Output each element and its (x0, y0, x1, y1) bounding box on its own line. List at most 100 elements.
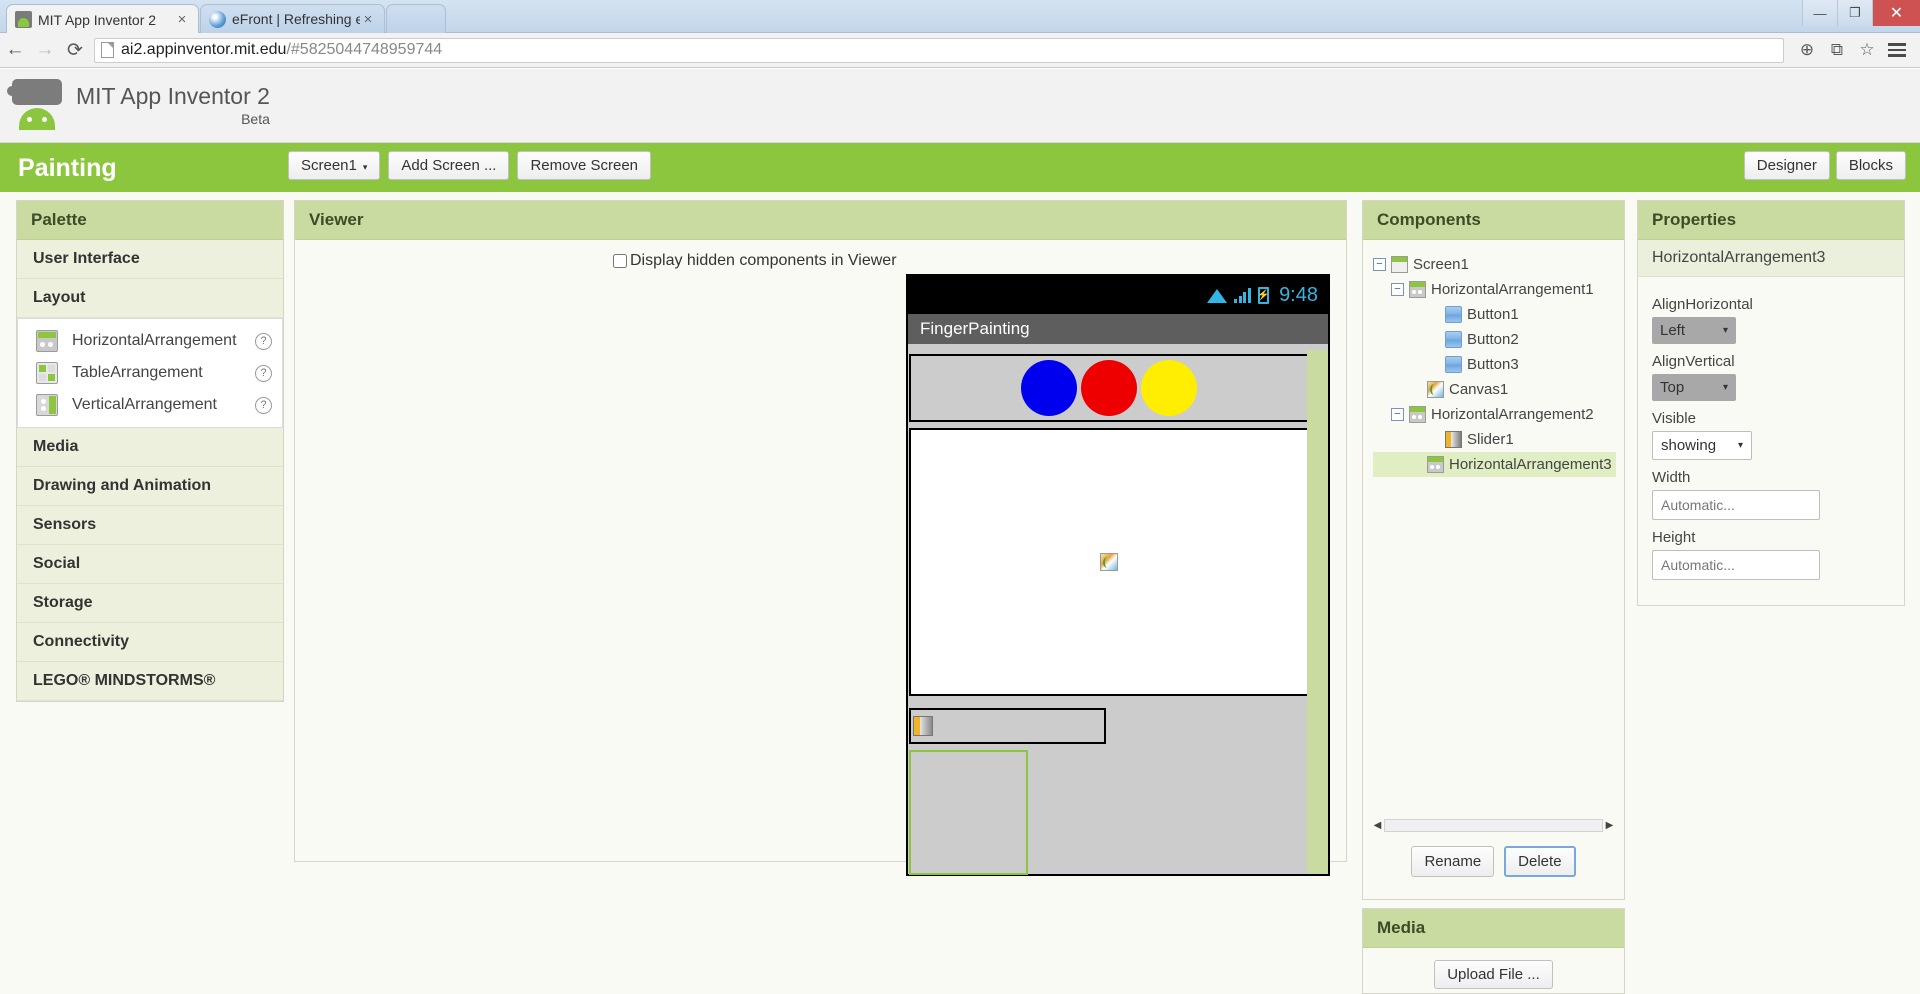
forward-icon[interactable]: → (30, 35, 60, 65)
project-toolbar: Painting Screen1 ▾ Add Screen ... Remove … (0, 143, 1920, 192)
alignvertical-select[interactable]: Top ▾ (1652, 374, 1736, 401)
alignhorizontal-select[interactable]: Left ▾ (1652, 317, 1736, 344)
expander-icon (1427, 433, 1440, 446)
viewer-canvas-area[interactable]: Display hidden components in Viewer ⚡ 9:… (295, 240, 1346, 876)
horizontal-arrangement-2[interactable] (909, 708, 1106, 744)
new-tab-button[interactable] (386, 4, 446, 33)
browser-tab-inactive[interactable]: eFront | Refreshing eLearn × (200, 4, 385, 33)
visible-select[interactable]: showing ▾ (1652, 431, 1752, 460)
blocks-tab-button[interactable]: Blocks (1835, 151, 1906, 180)
palette-section-media[interactable]: Media (17, 428, 283, 467)
phone-preview[interactable]: ⚡ 9:48 FingerPainting (906, 274, 1330, 876)
button-icon (1445, 356, 1462, 373)
browser-menu-icon[interactable] (1888, 43, 1906, 57)
expander-icon (1427, 308, 1440, 321)
expander-icon[interactable]: − (1373, 258, 1386, 271)
button3-color-dot[interactable] (1141, 360, 1197, 416)
chevron-down-icon: ▾ (362, 162, 368, 172)
tree-item-button3[interactable]: Button3 (1373, 352, 1616, 377)
tab-close-icon[interactable]: × (360, 12, 376, 27)
palette-section-drawing-and-animation[interactable]: Drawing and Animation (17, 467, 283, 506)
tree-item-button2[interactable]: Button2 (1373, 327, 1616, 352)
page-title: Painting (18, 154, 117, 182)
scroll-right-icon[interactable]: ▶ (1603, 820, 1616, 831)
components-panel: Components − Screen1 − HorizontalArrange… (1362, 200, 1625, 900)
height-input[interactable] (1652, 550, 1820, 580)
app-header: MIT App Inventor 2 Beta Projects▾ Connec… (0, 69, 1920, 174)
page-info-icon (101, 42, 114, 58)
canvas-icon (1100, 553, 1118, 571)
zoom-icon[interactable]: ⊕ (1792, 35, 1822, 65)
maximize-icon[interactable]: ❐ (1837, 0, 1872, 26)
tree-item-screen1[interactable]: − Screen1 (1373, 252, 1616, 277)
vertical-arrangement-icon (36, 394, 58, 416)
tree-item-horizontalarrangement3[interactable]: HorizontalArrangement3 (1373, 452, 1616, 477)
help-icon[interactable]: ? (255, 396, 272, 414)
upload-file-button[interactable]: Upload File ... (1434, 960, 1553, 989)
expander-icon (1427, 358, 1440, 371)
browser-tab-active[interactable]: MIT App Inventor 2 × (6, 4, 199, 34)
hidden-components-label: Display hidden components in Viewer (630, 252, 897, 269)
screen-select-dropdown[interactable]: Screen1 ▾ (288, 151, 381, 180)
scrollbar-track[interactable] (1384, 819, 1603, 832)
horizontal-arrangement-1[interactable] (909, 354, 1309, 422)
expander-icon[interactable]: − (1391, 408, 1404, 421)
tree-item-canvas1[interactable]: Canvas1 (1373, 377, 1616, 402)
expander-icon[interactable]: − (1391, 283, 1404, 296)
bookmark-star-icon[interactable]: ☆ (1852, 35, 1882, 65)
horizontal-arrangement-3-selected[interactable] (909, 750, 1028, 875)
button1-color-dot[interactable] (1021, 360, 1077, 416)
cast-icon[interactable]: ⧉ (1822, 35, 1852, 65)
palette-section-storage[interactable]: Storage (17, 584, 283, 623)
palette-section-layout[interactable]: Layout (17, 279, 283, 318)
width-input[interactable] (1652, 490, 1820, 520)
display-hidden-components-checkbox[interactable]: Display hidden components in Viewer (613, 252, 897, 270)
tab-close-icon[interactable]: × (174, 12, 190, 27)
palette-section-user-interface[interactable]: User Interface (17, 240, 283, 279)
close-window-icon[interactable]: ✕ (1872, 0, 1920, 26)
ai2-favicon-icon (15, 11, 32, 28)
help-icon[interactable]: ? (255, 332, 272, 350)
properties-panel: Properties HorizontalArrangement3 AlignH… (1637, 200, 1905, 606)
button2-color-dot[interactable] (1081, 360, 1137, 416)
tree-item-button1[interactable]: Button1 (1373, 302, 1616, 327)
palette-section-connectivity[interactable]: Connectivity (17, 623, 283, 662)
tree-item-horizontalarrangement2[interactable]: − HorizontalArrangement2 (1373, 402, 1616, 427)
tree-item-label: Button2 (1467, 331, 1519, 348)
tree-item-label: HorizontalArrangement2 (1431, 406, 1594, 423)
app-inventor-logo-icon (7, 77, 66, 133)
reload-icon[interactable]: ⟳ (60, 35, 90, 65)
minimize-icon[interactable]: — (1802, 0, 1837, 26)
tree-item-horizontalarrangement1[interactable]: − HorizontalArrangement1 (1373, 277, 1616, 302)
slider-icon[interactable] (913, 716, 933, 736)
label-alignhorizontal: AlignHorizontal (1652, 296, 1753, 313)
tree-item-slider1[interactable]: Slider1 (1373, 427, 1616, 452)
scroll-left-icon[interactable]: ◀ (1371, 820, 1384, 831)
delete-button[interactable]: Delete (1504, 846, 1576, 877)
url-input[interactable]: ai2.appinventor.mit.edu/#582504474895974… (94, 37, 1784, 63)
palette-item-verticalarrangement[interactable]: VerticalArrangement ? (18, 389, 282, 421)
remove-screen-button[interactable]: Remove Screen (517, 151, 652, 180)
url-host: ai2.appinventor.mit.edu (121, 41, 287, 58)
hidden-components-checkbox-input[interactable] (613, 254, 627, 268)
rename-button[interactable]: Rename (1411, 846, 1495, 877)
add-screen-button[interactable]: Add Screen ... (388, 151, 510, 180)
palette-section-sensors[interactable]: Sensors (17, 506, 283, 545)
palette-item-tablearrangement[interactable]: TableArrangement ? (18, 357, 282, 389)
components-horizontal-scrollbar[interactable]: ◀ ▶ (1371, 818, 1616, 833)
palette-layout-items: HorizontalArrangement ? TableArrangement… (17, 318, 283, 428)
app-logo[interactable]: MIT App Inventor 2 Beta (7, 77, 270, 133)
label-width: Width (1652, 469, 1691, 486)
back-icon[interactable]: ← (0, 35, 30, 65)
help-icon[interactable]: ? (255, 364, 272, 382)
palette-section-social[interactable]: Social (17, 545, 283, 584)
efront-favicon-icon (209, 10, 226, 28)
designer-tab-button[interactable]: Designer (1743, 151, 1830, 180)
expander-icon (1427, 333, 1440, 346)
palette-section-lego-mindstorms[interactable]: LEGO® MINDSTORMS® (17, 662, 283, 701)
screen-controls: Screen1 ▾ Add Screen ... Remove Screen (288, 151, 652, 180)
workspace: Palette User Interface Layout Horizontal… (0, 192, 1920, 994)
canvas-1[interactable] (909, 428, 1309, 696)
url-path: /#5825044748959744 (286, 41, 443, 58)
palette-item-horizontalarrangement[interactable]: HorizontalArrangement ? (18, 325, 282, 357)
